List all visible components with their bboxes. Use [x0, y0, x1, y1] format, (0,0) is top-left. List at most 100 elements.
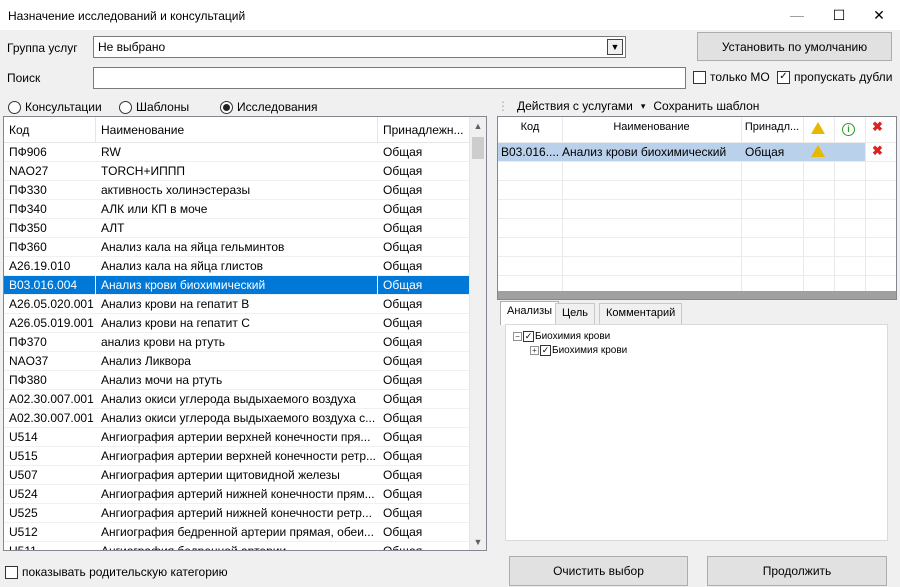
actions-menu[interactable]: Действия с услугами — [517, 99, 633, 113]
collapse-icon[interactable]: − — [513, 332, 522, 341]
title-bar: Назначение исследований и консультаций —… — [0, 0, 900, 30]
rcol-code[interactable]: Код — [498, 121, 562, 133]
table-row[interactable]: ПФ380 Анализ мочи на ртуть Общая — [4, 371, 470, 390]
chevron-down-icon[interactable]: ▾ — [641, 101, 646, 112]
row-owner: Общая — [383, 316, 423, 330]
row-owner: Общая — [383, 335, 423, 349]
expand-icon[interactable]: + — [530, 346, 539, 355]
minimize-button[interactable]: — — [774, 0, 820, 30]
table-row[interactable]: A26.05.019.001 Анализ крови на гепатит С О… — [4, 314, 470, 333]
tab-comment[interactable]: Комментарий — [599, 303, 683, 324]
row-name: Ангиография артерий нижней конечности пр… — [101, 487, 375, 501]
save-template-button[interactable]: Сохранить шаблон — [653, 99, 759, 113]
rcol-name[interactable]: Наименование — [562, 121, 741, 133]
show-parent-option[interactable]: показывать родительскую категорию — [5, 565, 228, 579]
warning-icon — [811, 122, 825, 137]
row-name: TORCH+ИППП — [101, 164, 185, 178]
row-code: A26.19.010 — [9, 259, 71, 273]
radio-research[interactable]: Исследования — [220, 100, 317, 114]
table-row[interactable]: A02.30.007.001 Анализ окиси углерода выды… — [4, 390, 470, 409]
continue-button[interactable]: Продолжить — [707, 556, 887, 586]
tab-analyses[interactable]: Анализы — [500, 301, 560, 325]
row-code: U507 — [9, 468, 38, 482]
close-button[interactable]: ✕ — [856, 0, 900, 30]
search-input[interactable] — [93, 67, 686, 89]
tree-checkbox[interactable]: ✓ — [540, 345, 551, 356]
radio-circle[interactable] — [119, 100, 132, 114]
col-code[interactable]: Код — [4, 117, 96, 143]
radio-consultations[interactable]: Консультации — [8, 100, 102, 114]
set-default-button[interactable]: Установить по умолчанию — [697, 32, 892, 61]
table-row[interactable]: ПФ360 Анализ кала на яйца гельминтов Общая — [4, 238, 470, 257]
radio-circle[interactable] — [8, 100, 21, 114]
row-name: Анализ крови биохимический — [562, 145, 727, 159]
group-combobox[interactable]: Не выбрано ▼ — [93, 36, 626, 58]
row-code: U511 — [9, 544, 37, 551]
col-name[interactable]: Наименование — [96, 117, 378, 143]
table-row[interactable]: ПФ340 АЛК или КП в моче Общая — [4, 200, 470, 219]
row-name: анализ крови на ртуть — [101, 335, 225, 349]
only-mo-option[interactable]: только МО — [693, 70, 770, 84]
row-name: Анализ крови биохимический — [96, 276, 378, 295]
row-owner: Общая — [383, 164, 423, 178]
table-row[interactable]: U507 Ангиография артерии щитовидной желез… — [4, 466, 470, 485]
row-code: A26.05.019.001 — [9, 316, 94, 330]
table-row[interactable]: U524 Ангиография артерий нижней конечност… — [4, 485, 470, 504]
show-parent-checkbox[interactable] — [5, 565, 18, 579]
scroll-up-icon[interactable]: ▲ — [470, 117, 486, 134]
radio-templates[interactable]: Шаблоны — [119, 100, 189, 114]
table-row[interactable]: ПФ350 АЛТ Общая — [4, 219, 470, 238]
radio-circle[interactable] — [220, 100, 233, 114]
rcol-owner[interactable]: Принадл... — [741, 121, 803, 133]
row-name: Анализ крови на гепатит В — [101, 297, 250, 311]
row-owner: Общая — [383, 354, 423, 368]
table-row[interactable]: A02.30.007.001 Анализ окиси углерода выды… — [4, 409, 470, 428]
row-owner: Общая — [383, 297, 423, 311]
row-code: A02.30.007.001 — [9, 392, 94, 406]
skip-dupes-option[interactable]: ✓ пропускать дубли — [777, 70, 892, 84]
services-grid[interactable]: Код Наименование Принадлежн... ПФ906 RW Об… — [3, 116, 487, 551]
row-code: ПФ380 — [9, 373, 47, 387]
row-name: Анализ кала на яйца гельминтов — [101, 240, 285, 254]
radio-label: Консультации — [25, 100, 102, 114]
row-owner: Общая — [383, 145, 423, 159]
scroll-thumb[interactable] — [472, 137, 484, 159]
skip-dupes-checkbox[interactable]: ✓ — [777, 70, 790, 84]
row-code: ПФ340 — [9, 202, 47, 216]
col-owner[interactable]: Принадлежн... — [378, 117, 470, 143]
tree-node-child[interactable]: + ✓ Биохимия крови — [530, 345, 627, 356]
table-row[interactable]: ПФ330 активность холинэстеразы Общая — [4, 181, 470, 200]
delete-icon: ✖ — [872, 119, 883, 134]
table-row[interactable]: U511 Ангиография бедренной артерии ... Общ… — [4, 542, 470, 551]
table-row[interactable]: NAO27 TORCH+ИППП Общая — [4, 162, 470, 181]
table-row[interactable]: U515 Ангиография артерии верхней конечнос… — [4, 447, 470, 466]
table-row[interactable]: U512 Ангиография бедренной артерии прямая… — [4, 523, 470, 542]
clear-selection-button[interactable]: Очистить выбор — [509, 556, 688, 586]
table-row[interactable]: U514 Ангиография артерии верхней конечнос… — [4, 428, 470, 447]
selected-services-grid[interactable]: Код Наименование Принадл... i ✖ B03.016.… — [497, 116, 897, 300]
table-row[interactable]: ПФ906 RW Общая — [4, 143, 470, 162]
tree-label: Биохимия крови — [535, 331, 611, 342]
only-mo-checkbox[interactable] — [693, 70, 706, 84]
vertical-scrollbar[interactable]: ▲ ▼ — [469, 117, 486, 550]
row-owner: Общая — [383, 202, 423, 216]
table-row[interactable]: U525 Ангиография артерий нижней конечност… — [4, 504, 470, 523]
tab-goal[interactable]: Цель — [555, 303, 596, 324]
table-row[interactable]: NAO37 Анализ Ликвора Общая — [4, 352, 470, 371]
scroll-down-icon[interactable]: ▼ — [470, 533, 486, 550]
selected-row[interactable]: B03.016.... Анализ крови биохимический О… — [498, 143, 865, 161]
skip-dupes-label: пропускать дубли — [794, 70, 893, 84]
table-row[interactable]: A26.19.010 Анализ кала на яйца глистов Общ… — [4, 257, 470, 276]
row-name: Анализ окиси углерода выдыхаемого воздух… — [101, 392, 356, 406]
tree-checkbox[interactable]: ✓ — [523, 331, 534, 342]
table-row[interactable]: A26.05.020.001 Анализ крови на гепатит В О… — [4, 295, 470, 314]
remove-row-icon[interactable]: ✖ — [872, 143, 883, 159]
row-owner: Общая — [383, 468, 423, 482]
dropdown-arrow-icon[interactable]: ▼ — [607, 39, 623, 55]
table-row[interactable]: ПФ370 анализ крови на ртуть Общая — [4, 333, 470, 352]
table-row[interactable]: B03.016.004 Анализ крови биохимический Общ… — [4, 276, 470, 295]
analyses-tree: − ✓ Биохимия крови + ✓ Биохимия крови — [505, 324, 888, 541]
row-code: B03.016.... — [501, 145, 560, 159]
row-name: Ангиография артерий нижней конечности ре… — [101, 506, 372, 520]
tree-node-root[interactable]: − ✓ Биохимия крови — [513, 331, 610, 342]
